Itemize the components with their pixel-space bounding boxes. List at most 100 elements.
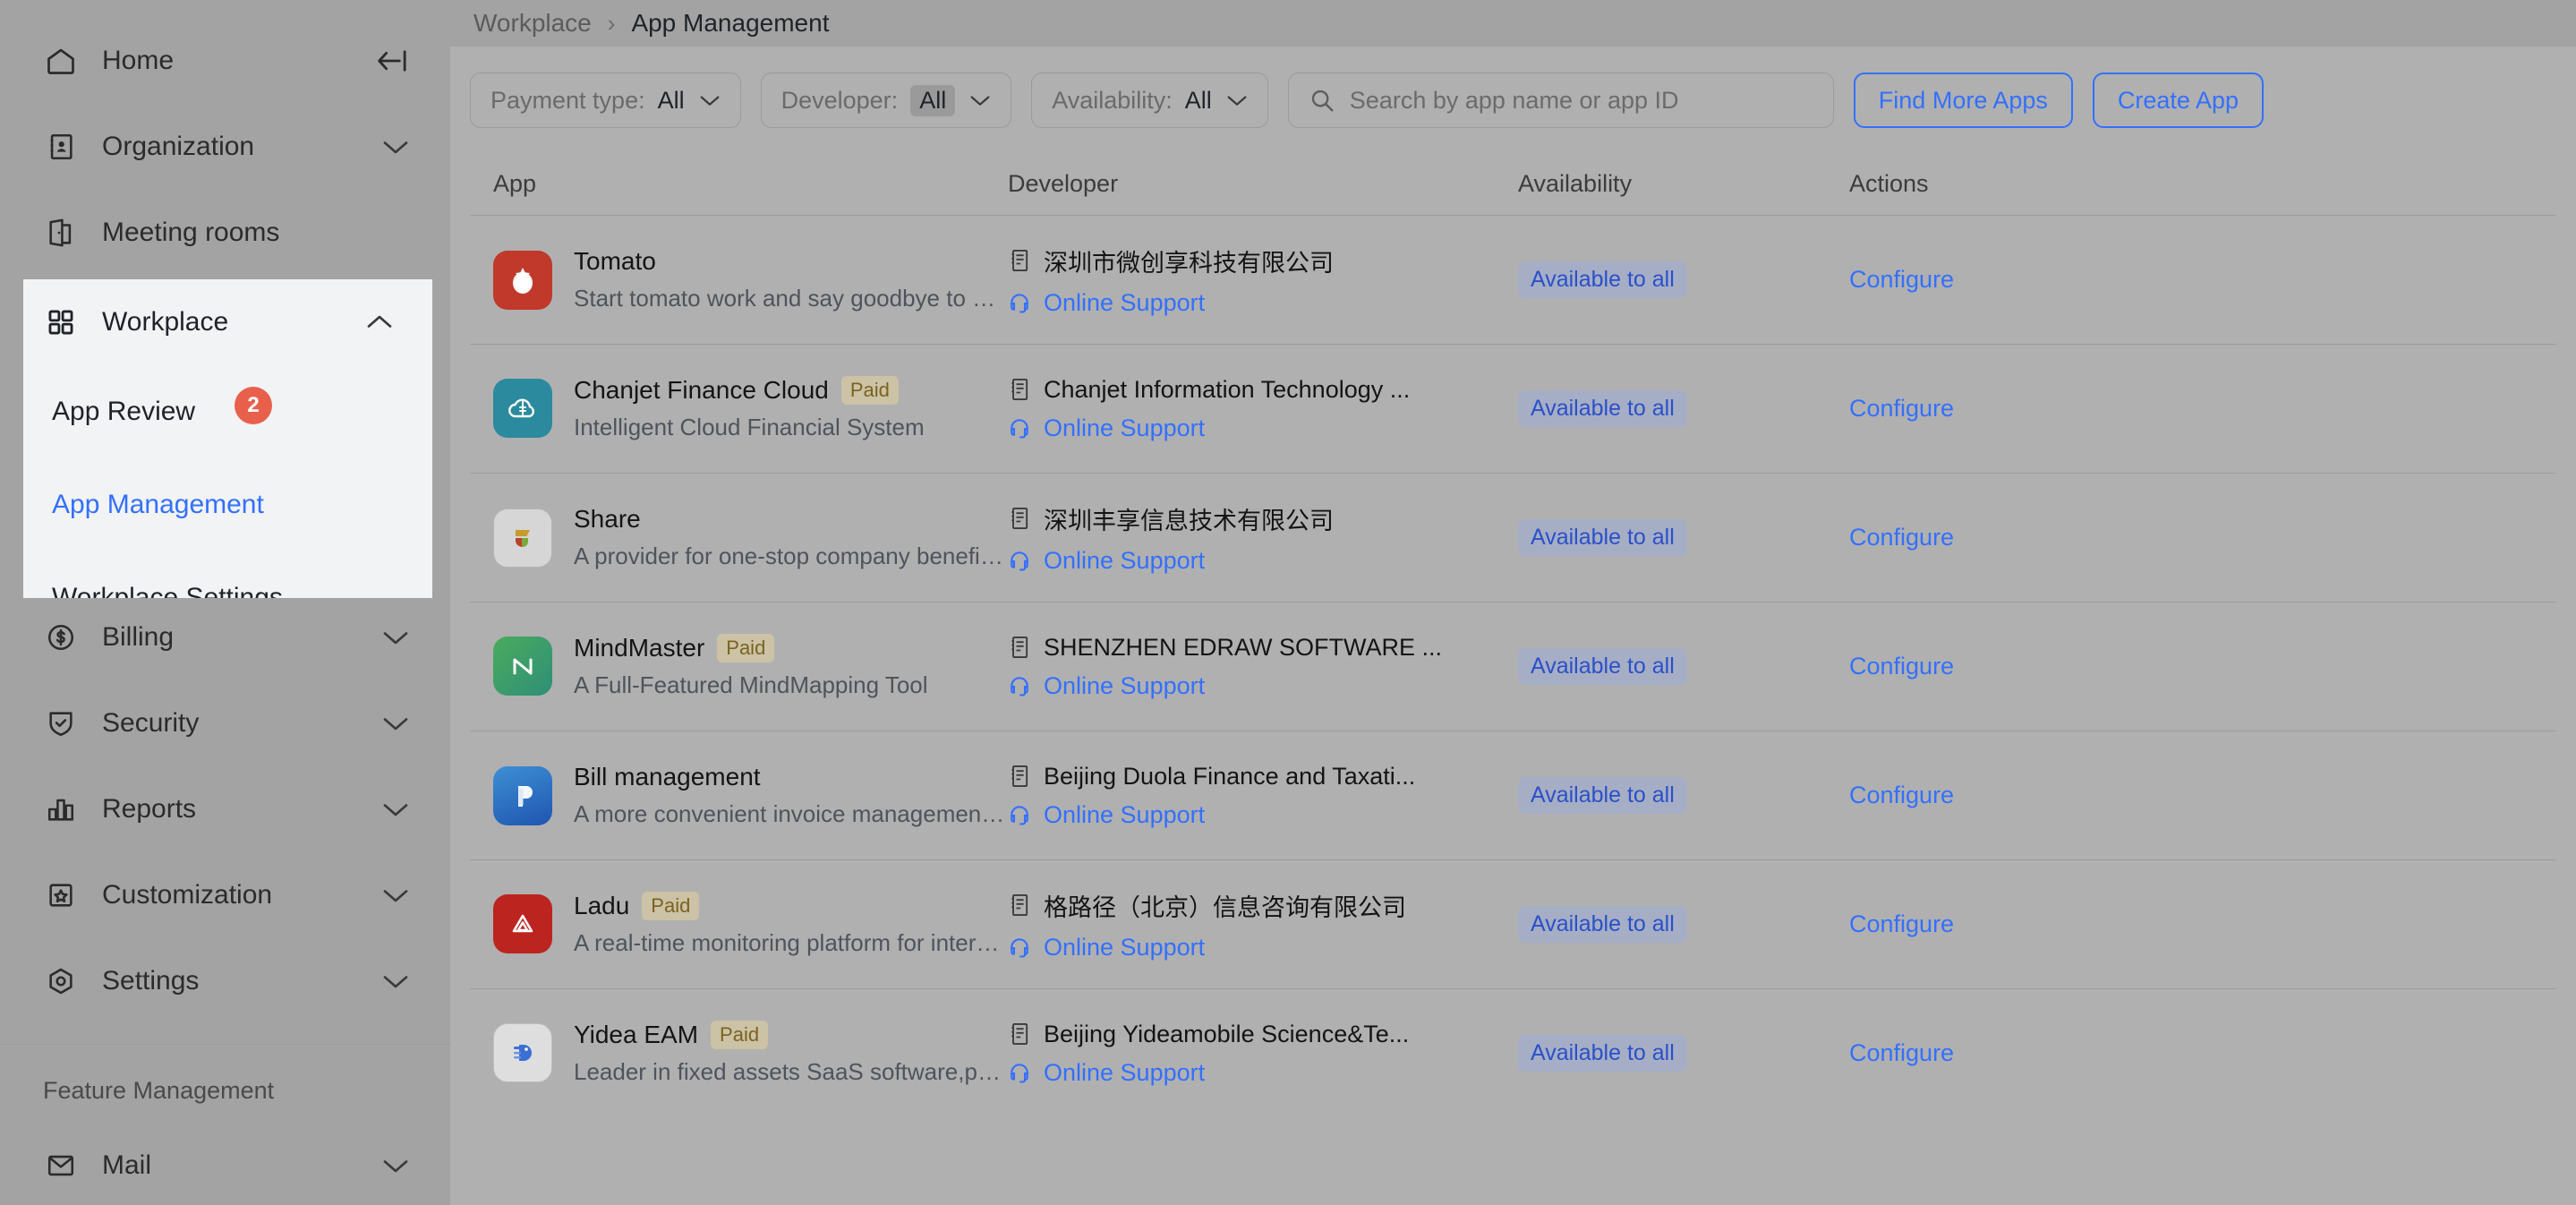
- column-header-app: App: [493, 169, 537, 197]
- contacts-icon: [43, 129, 79, 165]
- main-area: Workplace › App Management Payment type:…: [450, 0, 2576, 1205]
- company-doc-icon: [1008, 893, 1031, 918]
- grid-apps-icon: [43, 304, 79, 340]
- status-badge: Available to all: [1518, 906, 1687, 943]
- filter-value: All: [657, 86, 685, 114]
- sidebar-item-label: Organization: [102, 132, 255, 161]
- breadcrumb-parent[interactable]: Workplace: [473, 9, 592, 38]
- developer-name: Beijing Duola Finance and Taxati...: [1044, 762, 1416, 790]
- table-row[interactable]: Yidea EAM Paid Leader in fixed assets Sa…: [470, 988, 2556, 1117]
- app-description: A Full-Featured MindMapping Tool: [574, 671, 928, 699]
- sidebar-item-label: Billing: [102, 622, 175, 652]
- headset-icon: [1008, 1061, 1031, 1084]
- app-description: A real-time monitoring platform for inte…: [574, 929, 1008, 957]
- headset-icon: [1008, 549, 1031, 572]
- headset-icon: [1008, 416, 1031, 440]
- chanjet-cloud-app-icon: [493, 379, 552, 439]
- online-support-label: Online Support: [1044, 288, 1206, 316]
- table-row[interactable]: Chanjet Finance Cloud Paid Intelligent C…: [470, 344, 2556, 473]
- sidebar-item-customization[interactable]: Customization: [0, 852, 450, 938]
- sidebar-item-security[interactable]: Security: [0, 680, 450, 766]
- sidebar-item-label: Customization: [102, 880, 273, 910]
- configure-button[interactable]: Configure: [1849, 910, 1954, 937]
- configure-button[interactable]: Configure: [1849, 1039, 1954, 1066]
- online-support-link[interactable]: Online Support: [1008, 801, 1518, 829]
- sidebar-item-workplace[interactable]: Workplace: [23, 279, 432, 365]
- configure-button[interactable]: Configure: [1849, 395, 1954, 422]
- filter-payment-type[interactable]: Payment type: All: [470, 73, 741, 128]
- online-support-label: Online Support: [1044, 546, 1206, 574]
- sidebar-item-workplace-settings[interactable]: Workplace Settings: [23, 551, 432, 598]
- sidebar: Home Organization Meeting rooms Billing …: [0, 0, 450, 1205]
- sidebar-item-mail[interactable]: Mail: [0, 1123, 450, 1205]
- search-box[interactable]: Search by app name or app ID: [1287, 73, 1834, 128]
- sidebar-item-meeting-rooms[interactable]: Meeting rooms: [0, 190, 450, 276]
- table-row[interactable]: Ladu Paid A real-time monitoring platfor…: [470, 859, 2556, 988]
- chevron-down-icon: [969, 94, 991, 107]
- developer-name: SHENZHEN EDRAW SOFTWARE ...: [1044, 633, 1443, 661]
- configure-button[interactable]: Configure: [1849, 266, 1954, 293]
- app-name: MindMaster: [574, 633, 705, 662]
- headset-icon: [1008, 291, 1031, 314]
- apps-table: App Developer Availability Actions Tomat…: [470, 152, 2556, 1117]
- developer-name: 格路径（北京）信息咨询有限公司: [1044, 893, 1406, 921]
- online-support-link[interactable]: Online Support: [1008, 414, 1518, 442]
- configure-button[interactable]: Configure: [1849, 782, 1954, 808]
- sidebar-item-app-review[interactable]: App Review 2: [23, 365, 432, 458]
- sidebar-item-reports[interactable]: Reports: [0, 766, 450, 852]
- filter-developer[interactable]: Developer: All: [760, 73, 1012, 128]
- yidea-eam-app-icon: [493, 1023, 552, 1083]
- sidebar-item-billing[interactable]: Billing: [0, 594, 450, 680]
- chevron-up-icon[interactable]: [366, 314, 393, 330]
- app-root: Home Organization Meeting rooms Billing …: [0, 0, 2576, 1205]
- sidebar-divider: [0, 1044, 450, 1045]
- online-support-link[interactable]: Online Support: [1008, 1059, 1518, 1087]
- configure-button[interactable]: Configure: [1849, 653, 1954, 679]
- search-placeholder: Search by app name or app ID: [1349, 86, 1679, 114]
- filter-toolbar: Payment type: All Developer: All Availab…: [470, 47, 2556, 132]
- workplace-spotlight-panel: Workplace App Review 2 App Management Wo…: [23, 279, 432, 598]
- filter-value: All: [910, 84, 956, 116]
- column-header-actions: Actions: [1849, 169, 1929, 197]
- table-row[interactable]: MindMaster Paid A Full-Featured MindMapp…: [470, 602, 2556, 731]
- filter-availability[interactable]: Availability: All: [1031, 73, 1268, 128]
- table-row[interactable]: Bill management A more convenient invoic…: [470, 731, 2556, 859]
- sidebar-item-organization[interactable]: Organization: [0, 104, 450, 190]
- collapse-left-icon[interactable]: [375, 43, 411, 79]
- developer-name: Beijing Yideamobile Science&Te...: [1044, 1020, 1410, 1047]
- app-name: Ladu: [574, 891, 630, 919]
- online-support-link[interactable]: Online Support: [1008, 672, 1518, 700]
- online-support-link[interactable]: Online Support: [1008, 547, 1518, 575]
- breadcrumb-separator-icon: ›: [607, 9, 616, 37]
- app-name: Yidea EAM: [574, 1020, 699, 1048]
- table-row[interactable]: Tomato Start tomato work and say goodbye…: [470, 215, 2556, 344]
- sidebar-subitem-label: App Review: [52, 397, 196, 426]
- chevron-down-icon: [380, 794, 411, 825]
- gear-hex-icon: [43, 963, 79, 999]
- company-doc-icon: [1008, 764, 1031, 789]
- column-header-availability: Availability: [1518, 169, 1633, 197]
- create-app-button[interactable]: Create App: [2092, 73, 2264, 128]
- sidebar-subitem-label: Workplace Settings: [52, 583, 283, 598]
- table-row[interactable]: Share A provider for one-stop company be…: [470, 473, 2556, 602]
- share-app-icon: [493, 508, 552, 568]
- paid-badge: Paid: [711, 1020, 769, 1050]
- bar-chart-icon: [43, 791, 79, 827]
- filter-label: Payment type:: [490, 86, 645, 114]
- filter-value: All: [1184, 86, 1212, 114]
- sidebar-item-app-management[interactable]: App Management: [23, 458, 432, 551]
- app-description: Leader in fixed assets SaaS software,pro…: [574, 1058, 1008, 1086]
- app-description: A provider for one-stop company benefit …: [574, 543, 1008, 569]
- configure-button[interactable]: Configure: [1849, 524, 1954, 551]
- table-header-row: App Developer Availability Actions: [470, 152, 2556, 215]
- breadcrumb: Workplace › App Management: [450, 0, 2576, 47]
- ladu-app-icon: [493, 894, 552, 954]
- sidebar-item-settings[interactable]: Settings: [0, 938, 450, 1024]
- online-support-link[interactable]: Online Support: [1008, 934, 1518, 961]
- chevron-down-icon: [380, 880, 411, 910]
- sidebar-item-label: Home: [102, 46, 175, 75]
- breadcrumb-current: App Management: [631, 9, 830, 37]
- online-support-link[interactable]: Online Support: [1008, 289, 1518, 317]
- find-more-apps-button[interactable]: Find More Apps: [1853, 73, 2073, 128]
- sidebar-item-home[interactable]: Home: [0, 18, 450, 104]
